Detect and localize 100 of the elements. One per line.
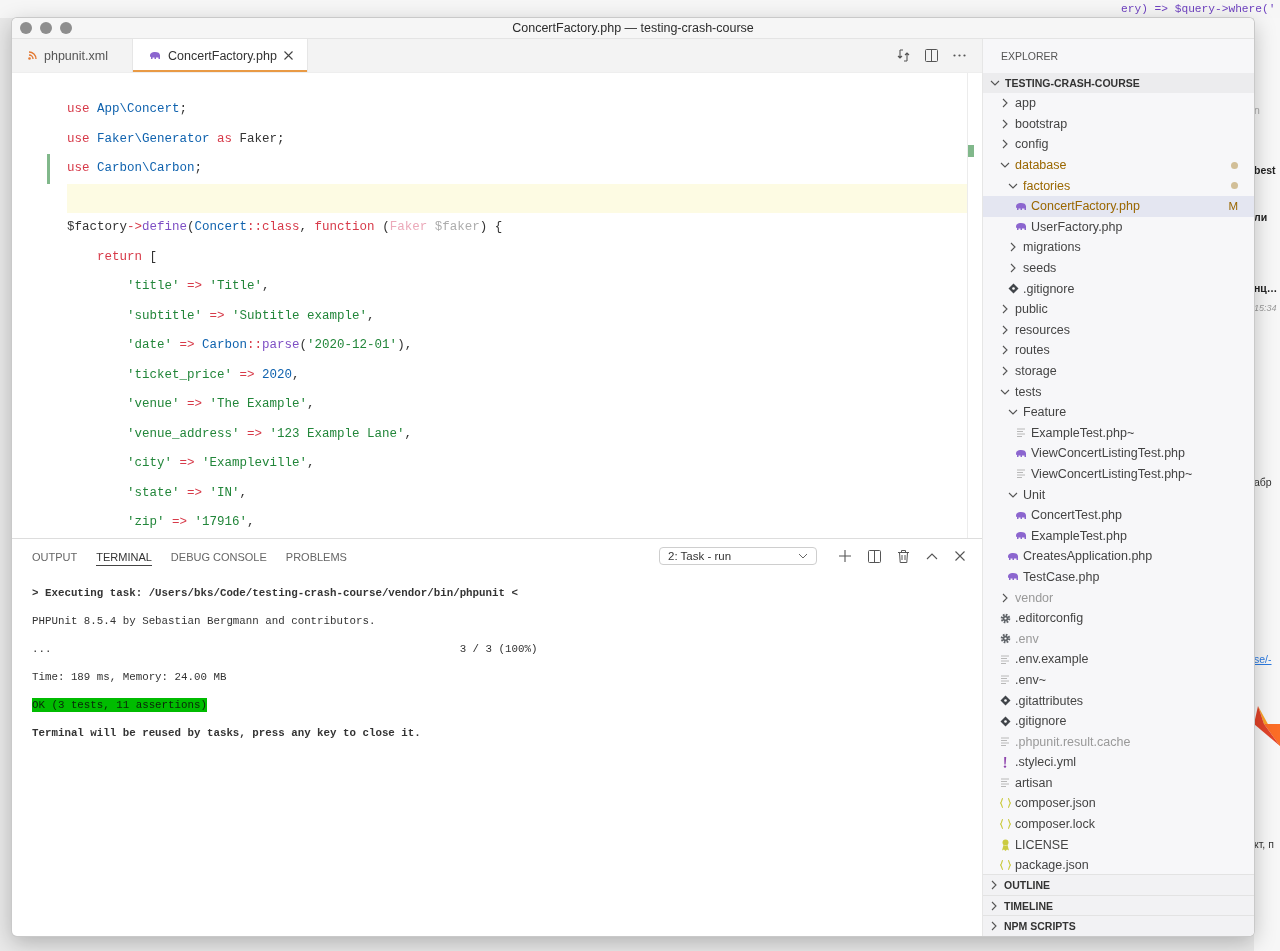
tree-item[interactable]: migrations xyxy=(983,237,1254,258)
tree-item[interactable]: Unit xyxy=(983,484,1254,505)
tree-item[interactable]: .editorconfig xyxy=(983,607,1254,629)
tree-item[interactable]: public xyxy=(983,298,1254,320)
tree-item[interactable]: TestCase.php xyxy=(983,566,1254,588)
diamond-icon xyxy=(999,715,1011,727)
chevron-down-icon[interactable] xyxy=(1000,161,1010,170)
compare-icon[interactable] xyxy=(897,49,910,62)
section-header[interactable]: OUTLINE xyxy=(983,874,1254,895)
chevron-right-icon[interactable] xyxy=(990,921,998,932)
chevron-right-icon[interactable] xyxy=(990,880,998,890)
chevron-right-icon[interactable] xyxy=(1001,118,1009,129)
file-name: UserFactory.php xyxy=(1031,219,1123,234)
panel-tab[interactable]: PROBLEMS xyxy=(285,546,347,566)
tree-item[interactable]: ViewConcertListingTest.php xyxy=(983,443,1254,464)
folder-header[interactable]: TESTING-CRASH-COURSE xyxy=(983,73,1254,93)
tree-item[interactable]: package.json xyxy=(983,854,1254,875)
window-button[interactable] xyxy=(40,22,52,34)
tree-item[interactable]: database xyxy=(983,154,1254,176)
panel-tab[interactable]: TERMINAL xyxy=(96,546,152,566)
gear-icon xyxy=(999,633,1011,645)
chevron-up-icon[interactable] xyxy=(926,552,938,560)
tree-item[interactable]: composer.lock xyxy=(983,813,1254,835)
chevron-down-icon[interactable] xyxy=(1000,387,1010,396)
code-line: $factory->define(Concert::class, function (Faker $faker) { xyxy=(67,220,503,234)
terminal-dropdown[interactable]: 2: Task - run xyxy=(659,547,817,565)
tree-item[interactable]: .styleci.yml xyxy=(983,752,1254,773)
close-icon[interactable] xyxy=(955,551,965,561)
tree-item[interactable]: .env.example xyxy=(983,649,1254,670)
code-line: 'title' => 'Title', xyxy=(126,279,270,293)
section-header[interactable]: TIMELINE xyxy=(983,894,1254,916)
tree-item[interactable]: composer.json xyxy=(983,793,1254,814)
tree-item[interactable]: config xyxy=(983,134,1254,155)
chevron-right-icon[interactable] xyxy=(1001,366,1009,376)
split-icon[interactable] xyxy=(925,49,938,62)
tree-item[interactable]: seeds xyxy=(983,257,1254,279)
chevron-right-icon[interactable] xyxy=(1009,263,1017,274)
tree-item[interactable]: .env~ xyxy=(983,669,1254,691)
window-button[interactable] xyxy=(60,22,72,34)
tree-item[interactable]: .gitignore xyxy=(983,710,1254,732)
tree-item[interactable]: .gitignore xyxy=(983,278,1254,299)
elephant-icon xyxy=(149,51,161,60)
link[interactable]: se/- xyxy=(1254,653,1272,665)
tree-item[interactable]: tests xyxy=(983,381,1254,402)
tree-item[interactable]: Feature xyxy=(983,401,1254,423)
tree-item[interactable]: CreatesApplication.php xyxy=(983,546,1254,567)
terminal-line: Time: 189 ms, Memory: 24.00 MB xyxy=(32,670,227,685)
lines-icon xyxy=(1000,737,1010,747)
plus-icon[interactable] xyxy=(839,550,851,562)
chevron-right-icon[interactable] xyxy=(1001,345,1009,356)
editor-tab[interactable]: ConcertFactory.php xyxy=(133,39,308,72)
chevron-right-icon[interactable] xyxy=(1001,139,1009,150)
tree-item[interactable]: ExampleTest.php~ xyxy=(983,422,1254,444)
chevron-down-icon[interactable] xyxy=(1008,408,1018,417)
chevron-right-icon[interactable] xyxy=(990,900,998,911)
tree-item[interactable]: app xyxy=(983,93,1254,114)
tree-item[interactable]: ExampleTest.php xyxy=(983,525,1254,547)
chevron-down-icon[interactable] xyxy=(990,79,1000,87)
sidebar-title: EXPLORER xyxy=(1001,50,1059,62)
tree-item[interactable]: LICENSE xyxy=(983,834,1254,855)
file-name: composer.lock xyxy=(1015,817,1095,832)
tree-item[interactable]: .gitattributes xyxy=(983,690,1254,711)
file-name: ExampleTest.php xyxy=(1031,528,1127,543)
window-button[interactable] xyxy=(20,22,32,34)
file-name: app xyxy=(1015,96,1036,111)
caret-icon xyxy=(798,553,808,559)
tree-item[interactable]: resources xyxy=(983,319,1254,341)
section-header[interactable]: NPM SCRIPTS xyxy=(983,915,1254,936)
close-icon[interactable] xyxy=(283,51,293,60)
tree-item[interactable]: factories xyxy=(983,175,1254,196)
file-name: Feature xyxy=(1023,405,1067,420)
tree-item[interactable]: ViewConcertListingTest.php~ xyxy=(983,463,1254,485)
tree-item[interactable]: UserFactory.php xyxy=(983,216,1254,238)
tree-item[interactable]: ConcertFactory.php M xyxy=(983,195,1254,217)
file-name: seeds xyxy=(1023,261,1057,276)
file-name: ConcertTest.php xyxy=(1031,508,1123,523)
file-name: factories xyxy=(1023,178,1071,193)
panel-tab[interactable]: DEBUG CONSOLE xyxy=(170,546,267,566)
rss-icon xyxy=(28,51,37,60)
chevron-right-icon[interactable] xyxy=(1001,98,1009,109)
tree-item[interactable]: artisan xyxy=(983,772,1254,794)
trash-icon[interactable] xyxy=(898,549,909,563)
chevron-right-icon[interactable] xyxy=(1001,324,1009,335)
exclamation-icon xyxy=(1003,756,1007,768)
file-name: .styleci.yml xyxy=(1015,755,1077,770)
code-line: use App\Concert; xyxy=(67,102,188,116)
chevron-down-icon[interactable] xyxy=(1008,490,1018,499)
tree-item[interactable]: bootstrap xyxy=(983,113,1254,135)
tree-item[interactable]: ConcertTest.php xyxy=(983,504,1254,526)
more-icon[interactable] xyxy=(953,54,966,57)
elephant-icon xyxy=(1015,448,1027,458)
split-icon[interactable] xyxy=(868,549,881,563)
tree-item[interactable]: storage xyxy=(983,360,1254,382)
elephant-icon xyxy=(1007,572,1019,582)
chevron-right-icon[interactable] xyxy=(1001,592,1009,603)
panel-tab[interactable]: OUTPUT xyxy=(32,546,78,566)
chevron-right-icon[interactable] xyxy=(1009,242,1017,253)
tree-item[interactable]: routes xyxy=(983,340,1254,361)
chevron-right-icon[interactable] xyxy=(1001,304,1009,315)
chevron-down-icon[interactable] xyxy=(1008,181,1018,190)
